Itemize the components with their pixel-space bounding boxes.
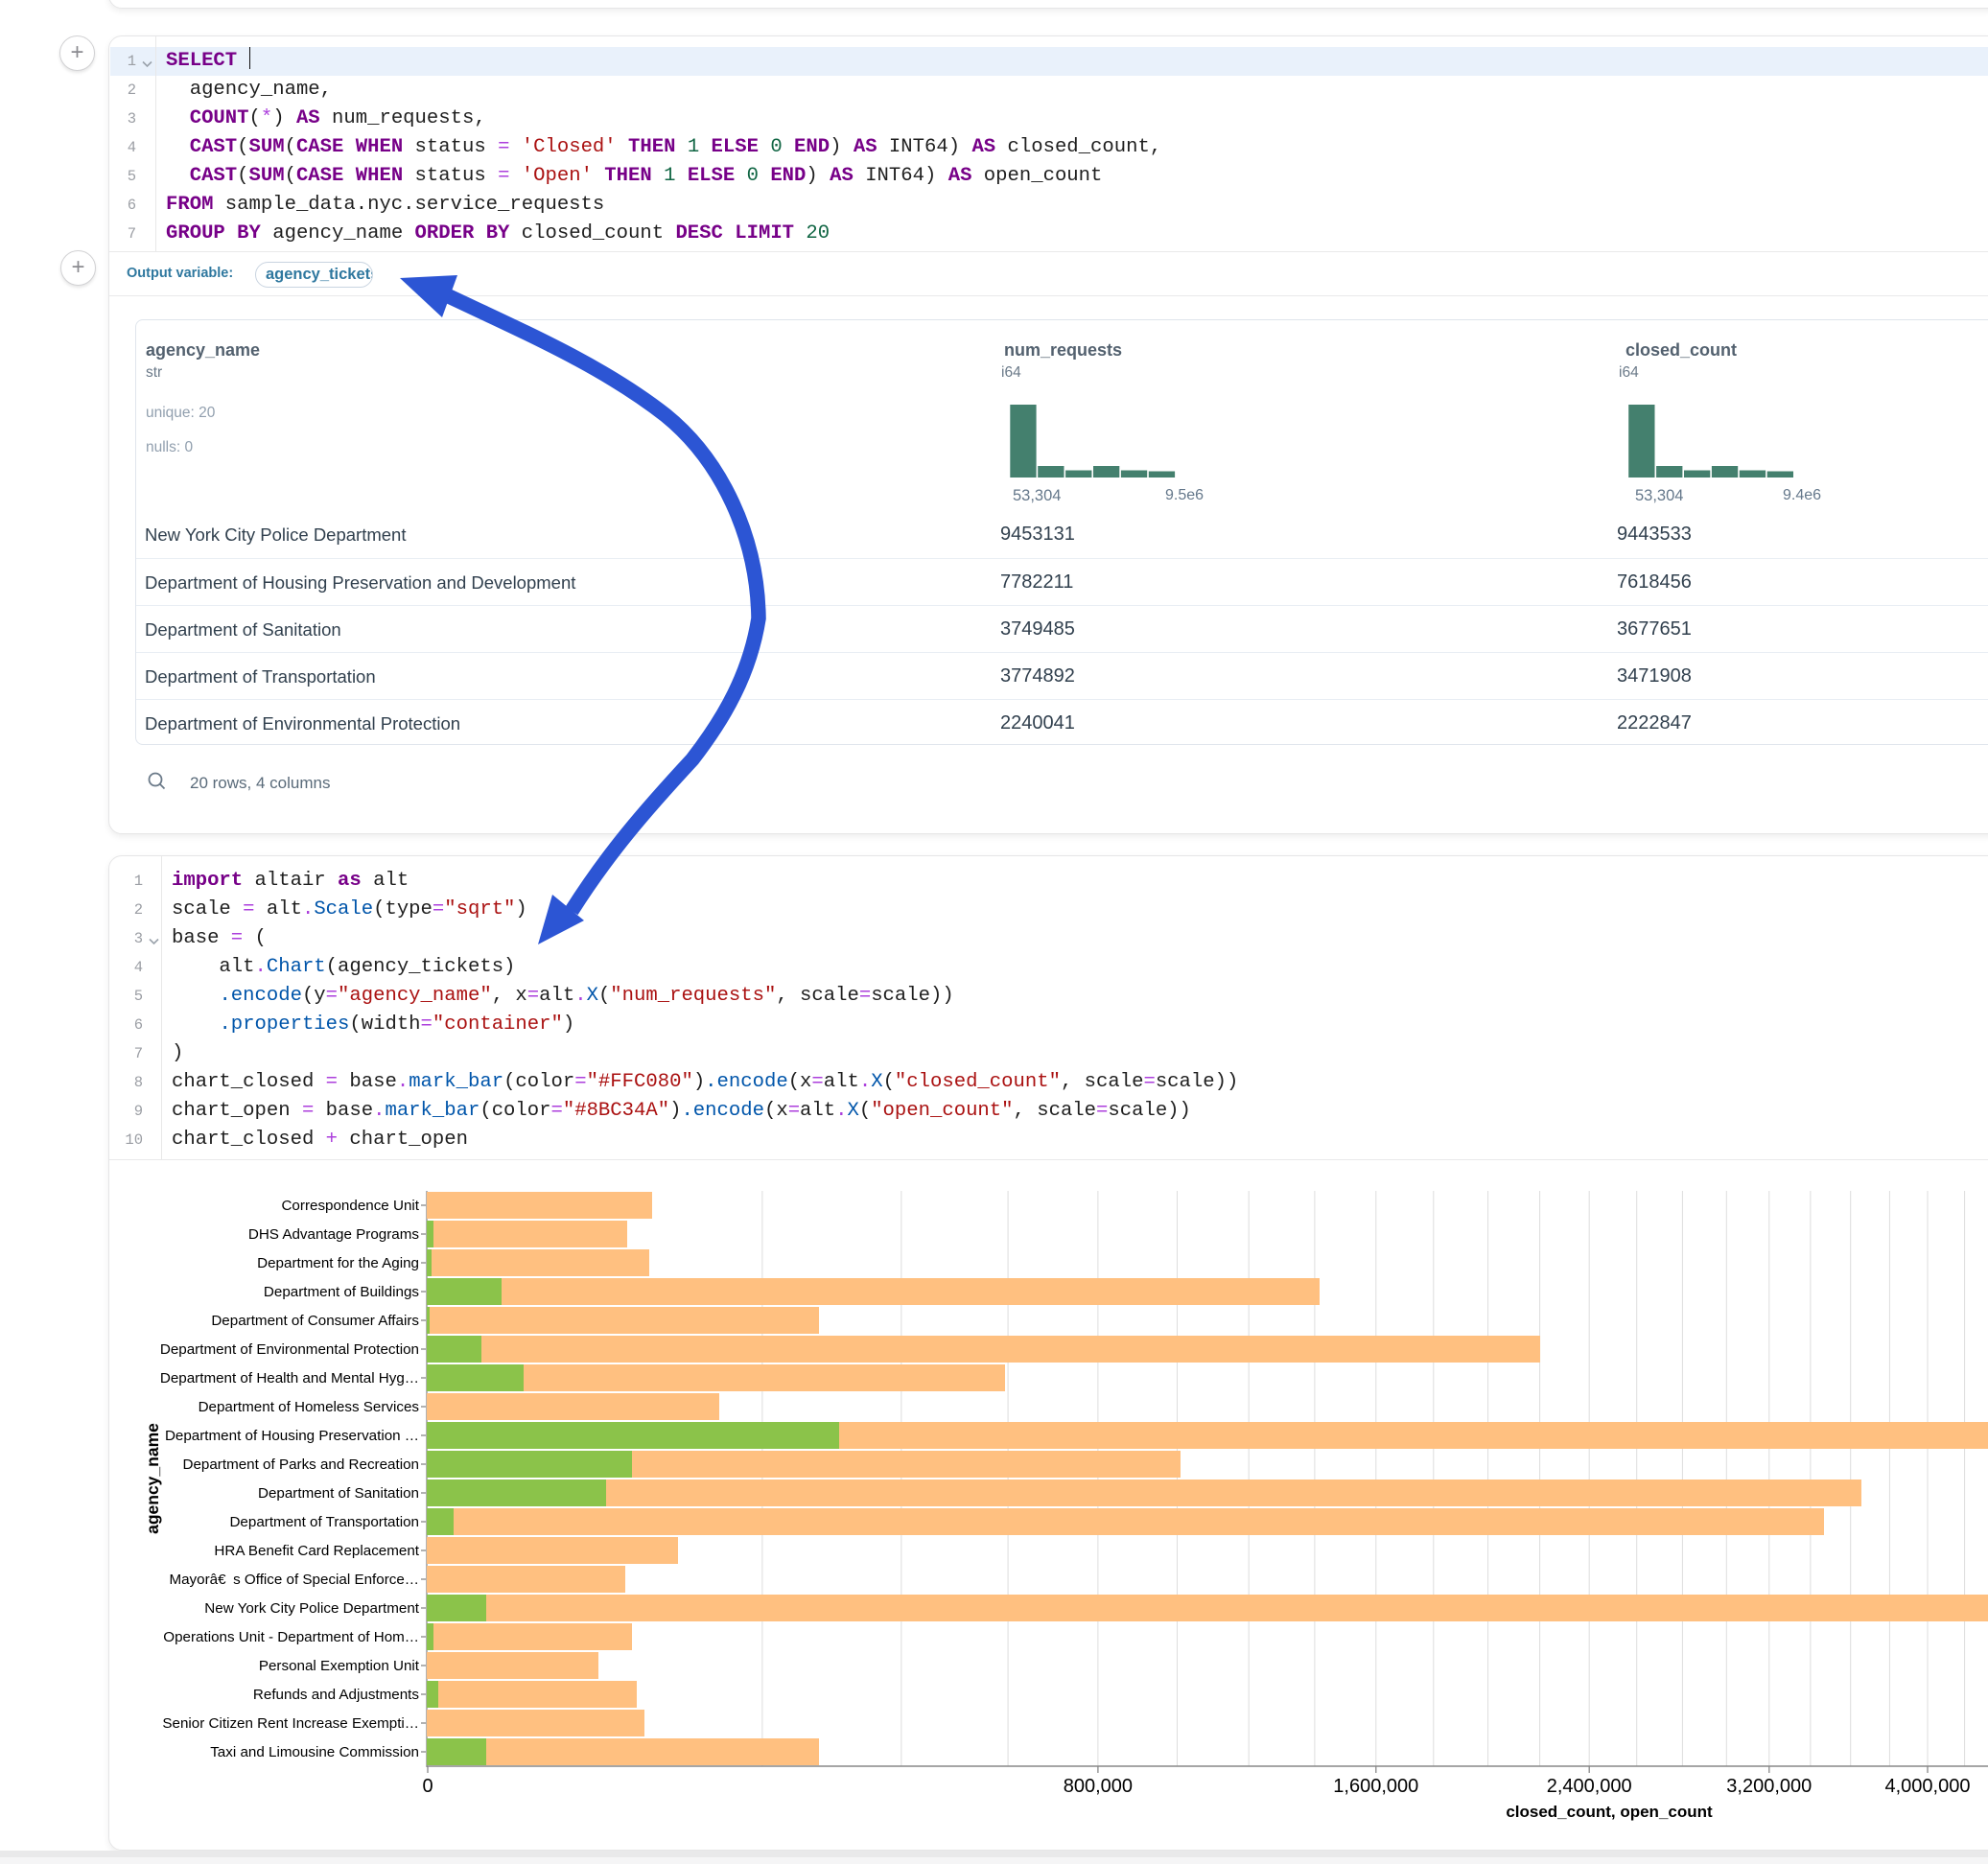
svg-text:Department of Health and Menta: Department of Health and Mental Hyg… (160, 1370, 419, 1386)
svg-text:Taxi and Limousine Commission: Taxi and Limousine Commission (210, 1744, 419, 1760)
svg-text:2,400,000: 2,400,000 (1547, 1776, 1632, 1797)
svg-text:Operations Unit - Department o: Operations Unit - Department of Hom… (163, 1629, 419, 1645)
svg-text:Department of Parks and Recrea: Department of Parks and Recreation (182, 1456, 419, 1473)
svg-text:Department of Homeless Service: Department of Homeless Services (199, 1399, 420, 1415)
svg-text:Mayorâ€ s Office of Special En: Mayorâ€ s Office of Special Enforce… (169, 1572, 419, 1588)
svg-text:0: 0 (422, 1776, 433, 1797)
svg-text:800,000: 800,000 (1064, 1776, 1133, 1797)
svg-text:Senior Citizen Rent Increase E: Senior Citizen Rent Increase Exempti… (162, 1715, 419, 1732)
svg-text:HRA Benefit Card Replacement: HRA Benefit Card Replacement (214, 1543, 419, 1559)
svg-text:Refunds and Adjustments: Refunds and Adjustments (253, 1687, 419, 1703)
svg-text:Department of Transportation: Department of Transportation (229, 1514, 419, 1530)
svg-text:Department for the Aging: Department for the Aging (257, 1255, 419, 1271)
svg-text:New York City Police Departmen: New York City Police Department (204, 1600, 419, 1617)
svg-text:1,600,000: 1,600,000 (1333, 1776, 1418, 1797)
svg-text:3,200,000: 3,200,000 (1726, 1776, 1812, 1797)
svg-text:Personal Exemption Unit: Personal Exemption Unit (259, 1658, 420, 1674)
svg-text:DHS Advantage Programs: DHS Advantage Programs (248, 1226, 420, 1243)
svg-text:Department of Consumer Affairs: Department of Consumer Affairs (211, 1313, 419, 1329)
svg-text:Department of Buildings: Department of Buildings (264, 1284, 419, 1300)
svg-text:Department of Housing Preserva: Department of Housing Preservation … (165, 1428, 419, 1444)
svg-text:4,000,000: 4,000,000 (1885, 1776, 1971, 1797)
svg-text:Department of Environmental Pr: Department of Environmental Protection (160, 1341, 419, 1358)
svg-text:Department of Sanitation: Department of Sanitation (258, 1485, 419, 1502)
svg-text:closed_count, open_count: closed_count, open_count (1506, 1803, 1713, 1821)
svg-text:agency_name: agency_name (143, 1423, 162, 1534)
svg-text:Correspondence Unit: Correspondence Unit (281, 1198, 419, 1214)
